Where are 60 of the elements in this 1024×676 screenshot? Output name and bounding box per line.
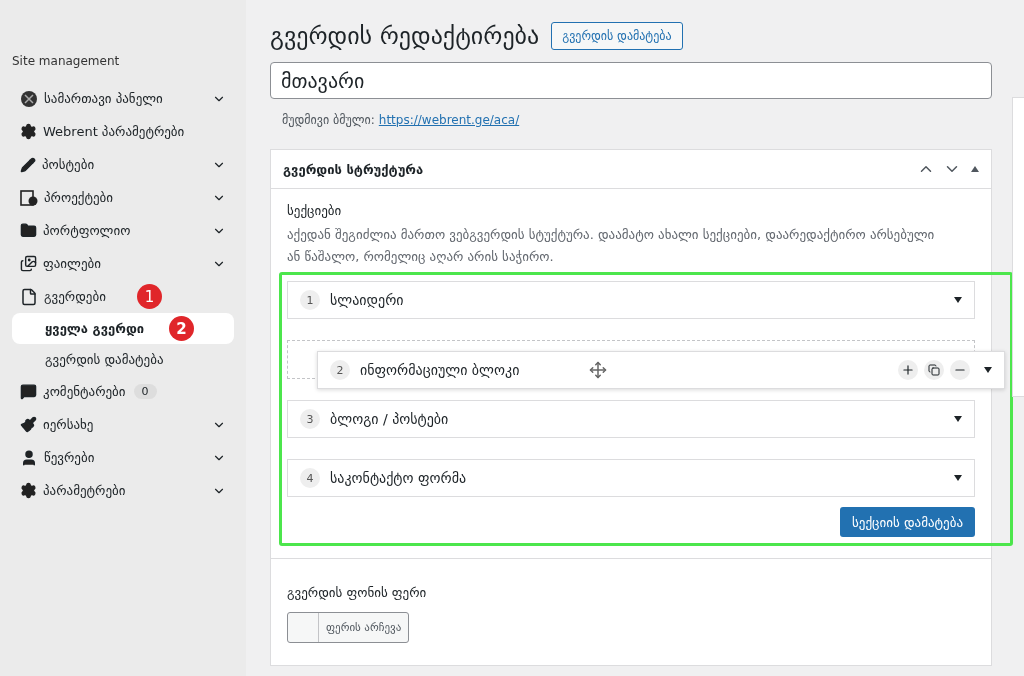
add-section-button[interactable]: სექციის დამატება <box>840 507 975 537</box>
add-page-button[interactable]: გვერდის დამატება <box>551 22 683 50</box>
sidebar-item[interactable]: გვერდები 1 <box>12 280 234 313</box>
sidebar-item[interactable]: სამართავი პანელი <box>12 82 234 115</box>
annotation-marker: 2 <box>169 316 194 341</box>
annotation-marker: 1 <box>137 284 162 309</box>
title-field[interactable]: მთავარი <box>270 62 992 99</box>
section-number: 1 <box>300 290 320 310</box>
projects-icon <box>20 188 38 207</box>
section-number: 2 <box>330 360 350 380</box>
user-icon <box>20 448 38 467</box>
page-title: გვერდის რედაქტირება <box>270 22 540 50</box>
comment-icon <box>20 383 37 400</box>
remove-icon[interactable] <box>950 360 970 380</box>
folder-icon <box>20 222 37 239</box>
section-title: სლაიდერი <box>330 292 405 308</box>
dropdown-icon[interactable] <box>984 367 992 373</box>
sidebar-item[interactable]: პოსტები <box>12 148 234 181</box>
section-row[interactable]: 1 სლაიდერი <box>287 281 975 319</box>
section-title: ინფორმაციული ბლოკი <box>360 362 520 378</box>
section-title: საკონტაქტო ფორმა <box>330 470 468 486</box>
sidebar-item[interactable]: პორტფოლიო <box>12 214 234 247</box>
color-picker-button[interactable]: ფერის არჩევა <box>287 612 410 643</box>
sidebar-item[interactable]: პროექტები <box>12 181 234 214</box>
dropdown-icon[interactable] <box>954 475 962 481</box>
page-icon <box>20 287 38 306</box>
brush-icon <box>20 416 37 433</box>
section-number: 4 <box>300 468 320 488</box>
section-title: ბლოგი / პოსტები <box>330 411 450 427</box>
sidebar-item[interactable]: Webrent პარამეტრები <box>12 115 234 148</box>
sidebar-item[interactable]: კომენტარები 0 <box>12 375 234 408</box>
sidebar-item[interactable]: პარამეტრები <box>12 474 234 507</box>
pencil-icon <box>20 156 36 173</box>
sidebar-item[interactable]: იერსახე <box>12 408 234 441</box>
background-color-label: გვერდის ფონის ფერი <box>287 585 428 600</box>
sections-label: სექციები <box>287 203 343 218</box>
description-text: აქედან შეგიძლია მართო ვებგვერდის სტუქტურა. დაამატო ახალი სექციები, დაარედაქტირო არსებული ან წაშალო, რომელიც აღარ არის საჭირო. <box>287 226 936 266</box>
permalink-link[interactable]: https://webrent.ge/aca/ <box>378 113 520 127</box>
permalink-label: მუდმივი ბმული: <box>282 113 375 127</box>
submenu-item[interactable]: გვერდის დამატება <box>12 344 234 375</box>
section-number: 3 <box>300 409 320 429</box>
sidebar-item[interactable]: ფაილები <box>12 247 234 280</box>
dashboard-icon <box>20 89 38 108</box>
gear-icon <box>20 482 37 499</box>
gear-icon <box>20 123 37 140</box>
move-cursor-icon <box>589 361 608 379</box>
add-icon[interactable] <box>898 360 918 380</box>
section-row[interactable]: 3 ბლოგი / პოსტები <box>287 400 975 438</box>
panel-title: გვერდის სტრუქტურა <box>283 161 425 177</box>
section-row[interactable]: 4 საკონტაქტო ფორმა <box>287 459 975 497</box>
sidebar-item[interactable]: წევრები <box>12 441 234 474</box>
section-row[interactable]: 2 ინფორმაციული ბლოკი <box>317 351 1005 389</box>
submenu-item[interactable]: ყველა გვერდი 2 <box>12 313 234 344</box>
media-icon <box>20 255 37 272</box>
dropdown-icon[interactable] <box>954 416 962 422</box>
count-badge: 0 <box>133 384 157 399</box>
sidebar-heading: Site management <box>12 54 121 68</box>
duplicate-icon[interactable] <box>924 360 944 380</box>
collapse-icon[interactable] <box>971 166 979 172</box>
dropdown-icon[interactable] <box>954 297 962 303</box>
